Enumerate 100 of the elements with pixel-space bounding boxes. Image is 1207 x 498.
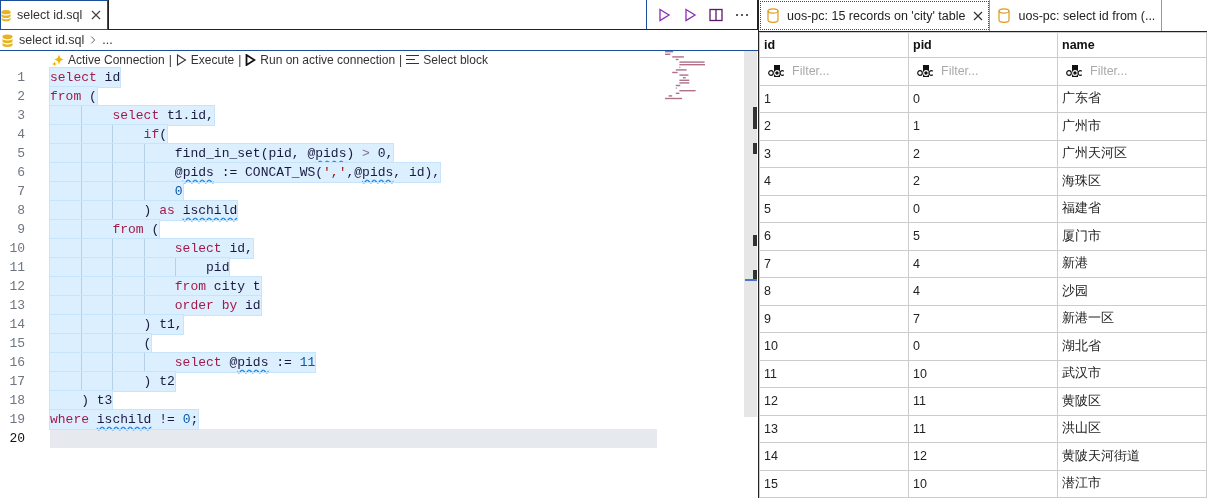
filter-input[interactable]: Filter... [792, 64, 882, 79]
close-icon[interactable] [973, 10, 984, 21]
line-number: 5 [16, 145, 25, 163]
run-icon[interactable] [683, 7, 697, 22]
line-number: 17 [8, 373, 25, 391]
table-cell: 新港一区 [1057, 305, 1207, 333]
table-cell: 0 [908, 85, 1058, 113]
separator: | [168, 52, 172, 67]
table-cell: 潜江市 [1057, 470, 1207, 498]
breadcrumb-item[interactable]: select id.sql [19, 33, 85, 47]
table-cell: 15 [759, 470, 909, 498]
table-cell: 3 [759, 140, 909, 168]
results-tab[interactable]: uos-pc: select id from (... [990, 0, 1163, 31]
line-number: 7 [16, 183, 25, 201]
table-cell: 11 [908, 387, 1058, 415]
filter-field[interactable]: Filter... [759, 57, 909, 85]
table-cell: 9 [759, 305, 909, 333]
line-number: 15 [8, 335, 25, 353]
breadcrumb-item[interactable]: ... [102, 33, 113, 47]
table-cell: 福建省 [1057, 195, 1207, 223]
table-cell: 7 [908, 305, 1058, 333]
separator: | [238, 52, 242, 67]
table-cell: 4 [759, 167, 909, 195]
table-cell: 5 [908, 222, 1058, 250]
table-cell: 1 [908, 112, 1058, 140]
codelens-link[interactable]: Active Connection [52, 52, 165, 67]
line-number: 6 [16, 164, 25, 182]
line-number: 18 [8, 392, 25, 410]
line-number: 12 [8, 278, 25, 296]
play-icon [175, 53, 187, 66]
sparkle-icon [52, 53, 64, 66]
table-cell: 黄陂区 [1057, 387, 1207, 415]
table-cell: 1 [759, 85, 909, 113]
line-number: 1 [16, 69, 25, 87]
text-filter-icon [768, 65, 786, 78]
table-cell: 2 [908, 140, 1058, 168]
table-cell: 沙园 [1057, 277, 1207, 305]
table-cell: 13 [759, 415, 909, 443]
line-number: 14 [8, 316, 25, 334]
separator: | [399, 52, 403, 67]
table-cell: 5 [759, 195, 909, 223]
codelens-link[interactable]: Select block [406, 52, 488, 67]
table-cell: 厦门市 [1057, 222, 1207, 250]
results-tab[interactable]: uos-pc: 15 records on 'city' table [759, 0, 991, 31]
database-icon [767, 8, 779, 23]
table-cell: 10 [908, 470, 1058, 498]
table-cell: 11 [908, 415, 1058, 443]
table-cell: 广州天河区 [1057, 140, 1207, 168]
database-icon [998, 8, 1011, 23]
table-cell: 4 [908, 250, 1058, 278]
database-icon [1, 8, 11, 22]
text-filter-icon [917, 65, 935, 78]
table-cell: 海珠区 [1057, 167, 1207, 195]
table-cell: 武汉市 [1057, 360, 1207, 388]
line-number: 4 [16, 126, 25, 144]
filter-input[interactable]: Filter... [941, 64, 1031, 79]
line-number: 8 [16, 202, 25, 220]
filter-field[interactable]: Filter... [1057, 57, 1207, 85]
line-number: 2 [16, 88, 25, 106]
database-icon [2, 33, 13, 47]
table-cell: 黄陂天河街道 [1057, 442, 1207, 470]
line-number: 11 [8, 259, 25, 277]
table-cell: 7 [759, 250, 909, 278]
run-icon[interactable] [657, 7, 671, 22]
line-number: 20 [8, 430, 25, 448]
table-cell: 8 [759, 277, 909, 305]
column-header[interactable]: pid [908, 32, 1058, 58]
editor-tab[interactable]: select id.sql [0, 0, 108, 30]
table-cell: 11 [759, 360, 909, 388]
table-cell: 广州市 [1057, 112, 1207, 140]
filter-input[interactable]: Filter... [1090, 64, 1180, 79]
filter-field[interactable]: Filter... [908, 57, 1058, 85]
table-cell: 0 [908, 332, 1058, 360]
line-number: 3 [16, 107, 25, 125]
table-cell: 0 [908, 195, 1058, 223]
line-number: 10 [8, 240, 25, 258]
table-cell: 14 [759, 442, 909, 470]
table-cell: 2 [759, 112, 909, 140]
table-cell: 新港 [1057, 250, 1207, 278]
line-number: 19 [8, 411, 25, 429]
column-header[interactable]: id [759, 32, 909, 58]
line-number: 16 [8, 354, 25, 372]
table-cell: 2 [908, 167, 1058, 195]
codelens-link[interactable]: Run on active connection [245, 52, 396, 67]
table-cell: 4 [908, 277, 1058, 305]
table-cell: 洪山区 [1057, 415, 1207, 443]
play-icon [245, 53, 257, 66]
table-cell: 6 [759, 222, 909, 250]
column-header[interactable]: name [1057, 32, 1207, 58]
text-filter-icon [1066, 65, 1084, 78]
split-editor-icon[interactable] [709, 7, 723, 22]
table-cell: 10 [908, 360, 1058, 388]
close-icon[interactable] [91, 10, 101, 20]
codelens-link[interactable]: Execute [175, 52, 235, 67]
table-cell: 广东省 [1057, 85, 1207, 113]
lines-icon [406, 54, 420, 65]
table-cell: 湖北省 [1057, 332, 1207, 360]
table-cell: 12 [908, 442, 1058, 470]
line-number: 9 [16, 221, 25, 239]
table-cell: 12 [759, 387, 909, 415]
